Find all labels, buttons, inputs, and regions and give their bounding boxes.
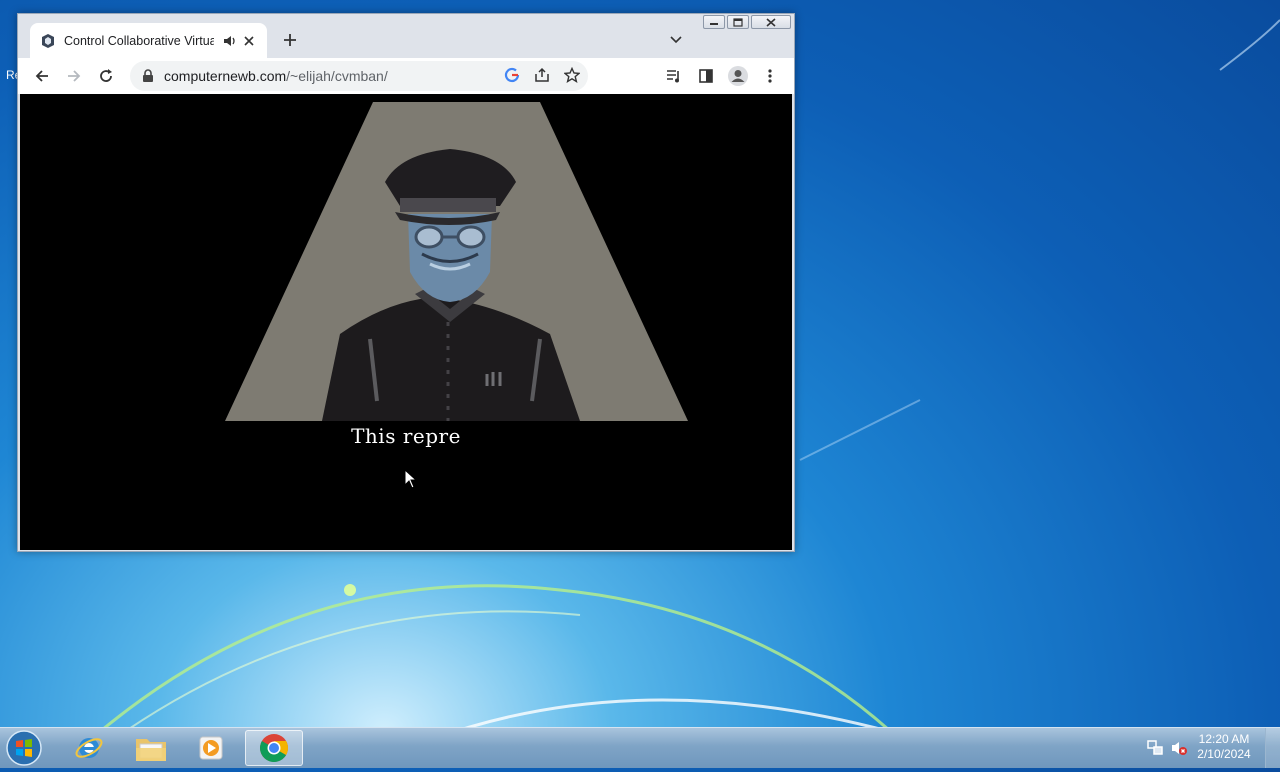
clock-date: 2/10/2024 bbox=[1197, 747, 1251, 761]
lock-icon bbox=[143, 69, 153, 82]
url-path: /~elijah/cvmban/ bbox=[286, 68, 388, 84]
back-button[interactable] bbox=[26, 60, 58, 92]
browser-toolbar: computernewb.com/~elijah/cvmban/ bbox=[18, 58, 794, 94]
speaker-icon[interactable] bbox=[222, 35, 238, 47]
network-icon[interactable] bbox=[1146, 739, 1164, 757]
forward-button[interactable] bbox=[58, 60, 90, 92]
browser-window: Control Collaborative Virtual computerne… bbox=[17, 13, 795, 552]
kebab-menu-icon bbox=[768, 69, 772, 83]
taskbar-internet-explorer[interactable] bbox=[60, 730, 118, 766]
volume-muted-icon[interactable] bbox=[1170, 739, 1188, 757]
tab-search-chevron-icon[interactable] bbox=[670, 36, 682, 44]
menu-button[interactable] bbox=[754, 60, 786, 92]
forward-arrow-icon bbox=[68, 70, 81, 82]
google-lens-icon[interactable] bbox=[504, 67, 520, 83]
dialogue-caption: This repre bbox=[351, 424, 461, 448]
tab-close-icon[interactable] bbox=[244, 35, 254, 46]
address-bar[interactable]: computernewb.com/~elijah/cvmban/ bbox=[130, 61, 588, 91]
reload-button[interactable] bbox=[90, 60, 122, 92]
clock-time: 12:20 AM bbox=[1198, 732, 1250, 746]
media-control-button[interactable] bbox=[658, 60, 690, 92]
media-player-icon bbox=[199, 736, 223, 760]
system-tray: 12:20 AM 2/10/2024 bbox=[1140, 728, 1280, 768]
reload-icon bbox=[100, 69, 112, 82]
windows-orb-icon bbox=[6, 730, 42, 766]
site-favicon-icon bbox=[42, 33, 54, 48]
new-tab-icon[interactable] bbox=[283, 33, 297, 47]
profile-avatar-icon bbox=[728, 66, 748, 86]
internet-explorer-icon bbox=[75, 738, 103, 758]
taskbar-chrome[interactable] bbox=[245, 730, 303, 766]
profile-button[interactable] bbox=[722, 60, 754, 92]
clock[interactable]: 12:20 AM 2/10/2024 bbox=[1192, 732, 1256, 762]
taskbar-file-explorer[interactable] bbox=[122, 730, 180, 766]
toolbar-right-actions bbox=[658, 60, 786, 92]
tab-title: Control Collaborative Virtual bbox=[64, 33, 214, 48]
omnibox-actions bbox=[504, 67, 580, 83]
side-panel-button[interactable] bbox=[690, 60, 722, 92]
tab-active[interactable]: Control Collaborative Virtual bbox=[30, 23, 267, 58]
back-arrow-icon bbox=[35, 70, 48, 82]
url-text: computernewb.com/~elijah/cvmban/ bbox=[164, 68, 388, 84]
page-content[interactable]: This repre bbox=[20, 94, 792, 550]
start-button[interactable] bbox=[5, 729, 45, 767]
url-host: computernewb.com bbox=[164, 68, 287, 84]
tab-strip: Control Collaborative Virtual bbox=[18, 14, 794, 58]
mouse-cursor-icon bbox=[404, 469, 418, 489]
chrome-icon bbox=[260, 734, 288, 762]
taskbar-media-player[interactable] bbox=[182, 730, 240, 766]
bookmark-star-icon[interactable] bbox=[564, 67, 580, 83]
show-desktop-button[interactable] bbox=[1265, 728, 1280, 768]
side-panel-icon bbox=[699, 69, 713, 83]
folder-icon bbox=[136, 739, 166, 761]
taskbar: 12:20 AM 2/10/2024 bbox=[0, 727, 1280, 768]
share-icon[interactable] bbox=[534, 67, 550, 83]
media-queue-icon bbox=[667, 70, 679, 83]
